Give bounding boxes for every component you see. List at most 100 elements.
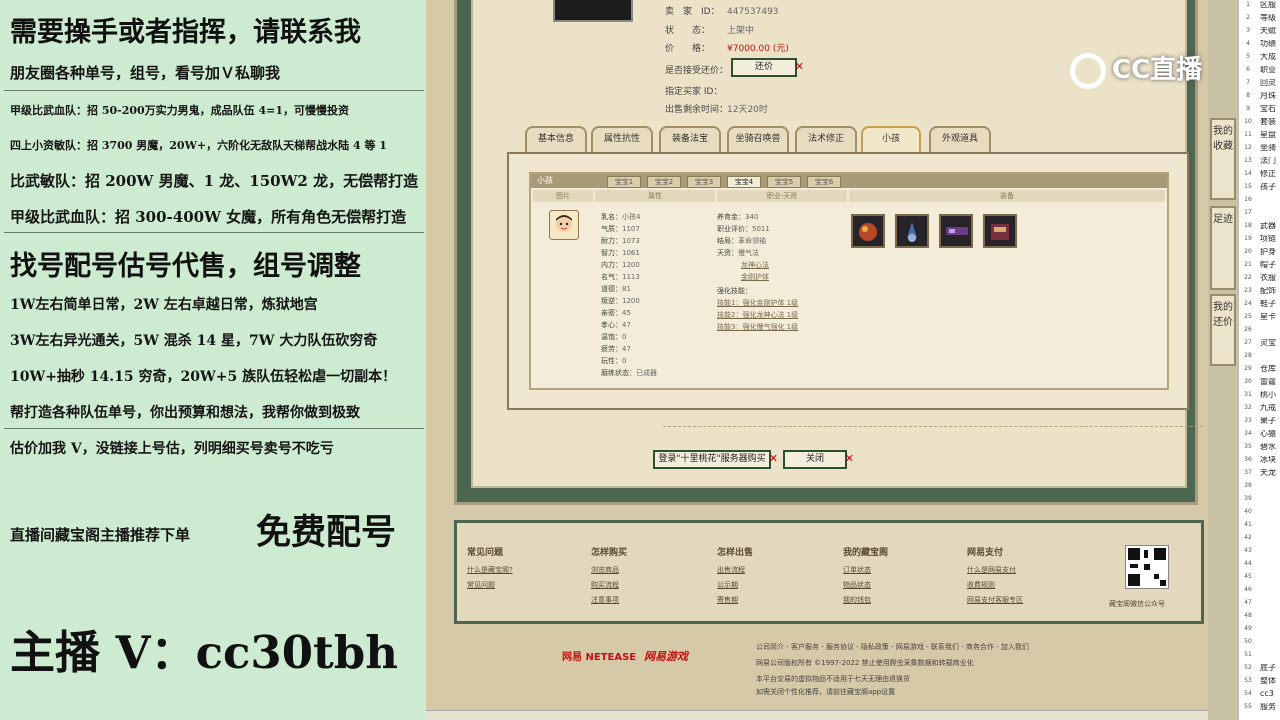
right-float-bar: 我的收藏 足迹 我的还价: [1208, 0, 1238, 720]
footer-link[interactable]: 出售流程: [717, 565, 745, 575]
sheet-cell[interactable]: 法门: [1260, 157, 1280, 165]
sheet-cell[interactable]: 配饰: [1260, 287, 1280, 295]
sheet-cell[interactable]: 武器: [1260, 222, 1280, 230]
subtab-baby-1[interactable]: 宝宝1: [607, 176, 641, 188]
subtab-baby-5[interactable]: 宝宝5: [767, 176, 801, 188]
sheet-cell[interactable]: 仓库: [1260, 365, 1280, 373]
my-favorites-button[interactable]: 我的收藏: [1210, 118, 1236, 200]
equip-slot-2[interactable]: [895, 214, 929, 248]
sheet-cell[interactable]: 大成: [1260, 53, 1280, 61]
seller-row: 卖 家 ID： 447537493: [665, 4, 779, 17]
sheet-cell[interactable]: 等级: [1260, 14, 1280, 22]
subtab-baby-3[interactable]: 宝宝3: [687, 176, 721, 188]
sheet-cell[interactable]: 坐骑: [1260, 144, 1280, 152]
subtab-baby-6[interactable]: 宝宝6: [807, 176, 841, 188]
sheet-cell[interactable]: 服务: [1260, 703, 1280, 711]
career-row: 养育金：340: [717, 212, 758, 222]
sheet-row-number: 43: [1244, 547, 1252, 554]
sheet-cell[interactable]: 九戒: [1260, 404, 1280, 412]
footer-link[interactable]: 购买流程: [591, 580, 619, 590]
close-button[interactable]: 关闭 ✕: [783, 450, 854, 469]
footer-link[interactable]: 浏览商品: [591, 565, 619, 575]
bargain-label: 是否接受还价：: [665, 66, 729, 76]
buy-button-label: 登录"十里桃花"服务器购买: [658, 454, 766, 464]
sheet-cell[interactable]: 心猿: [1260, 430, 1280, 438]
attribute-value: 81: [622, 285, 631, 293]
skill-link[interactable]: 技能2：强化龙神心法 1级: [717, 310, 798, 320]
sheet-cell[interactable]: 功绩: [1260, 40, 1280, 48]
sheet-cell[interactable]: 帽子: [1260, 261, 1280, 269]
sheet-row-number: 13: [1244, 157, 1252, 164]
tab-appearance[interactable]: 外观道具: [929, 126, 991, 152]
skill-link[interactable]: 技能3：强化慢气强化 1级: [717, 322, 798, 332]
sheet-cell[interactable]: 回灵: [1260, 79, 1280, 87]
footer-link[interactable]: 订单状态: [843, 565, 871, 575]
sheet-row-number: 55: [1244, 703, 1252, 710]
footer-link[interactable]: 常见问题: [467, 580, 495, 590]
footer-link[interactable]: 我的钱包: [843, 595, 871, 605]
tab-children[interactable]: 小孩: [861, 126, 921, 152]
sheet-row-number: 14: [1244, 170, 1252, 177]
equip-slot-1[interactable]: [851, 214, 885, 248]
tab-equipment[interactable]: 装备法宝: [659, 126, 721, 152]
equip-slot-4[interactable]: [983, 214, 1017, 248]
sheet-cell[interactable]: 孩子: [1260, 183, 1280, 191]
footer-link[interactable]: 注意事项: [591, 595, 619, 605]
footprint-button[interactable]: 足迹: [1210, 206, 1236, 290]
subtab-baby-2[interactable]: 宝宝2: [647, 176, 681, 188]
tab-attributes[interactable]: 属性抗性: [591, 126, 653, 152]
sheet-cell[interactable]: 套装: [1260, 118, 1280, 126]
sheet-cell[interactable]: 果子: [1260, 417, 1280, 425]
child-subpanel: 小孩 宝宝1 宝宝2 宝宝3 宝宝4 宝宝5 宝宝6 图片 属性 职业-天资 装…: [529, 172, 1169, 390]
tab-mounts-pets[interactable]: 坐骑召唤兽: [727, 126, 789, 152]
sheet-cell[interactable]: 护身: [1260, 248, 1280, 256]
price-value: ¥7000.00 (元): [727, 44, 789, 54]
sheet-cell[interactable]: 衣服: [1260, 274, 1280, 282]
my-bargains-button[interactable]: 我的还价: [1210, 294, 1236, 366]
talent-link[interactable]: 金刚护体: [741, 272, 769, 282]
footer-link[interactable]: 什么是网易支付: [967, 565, 1016, 575]
sheet-cell[interactable]: 鞋子: [1260, 300, 1280, 308]
footer-col-heading: 怎样购买: [591, 548, 628, 558]
sheet-cell[interactable]: 区服: [1260, 1, 1280, 9]
footer-link[interactable]: 收费规则: [967, 580, 995, 590]
sheet-cell[interactable]: 整体: [1260, 677, 1280, 685]
sheet-cell[interactable]: 天赋: [1260, 27, 1280, 35]
attribute-value: 1113: [622, 273, 640, 281]
tab-spell-fix[interactable]: 法术修正: [795, 126, 857, 152]
horizontal-scrollbar[interactable]: [426, 710, 1208, 720]
footer-link[interactable]: 公示期: [717, 580, 738, 590]
sheet-cell[interactable]: 宝石: [1260, 105, 1280, 113]
sheet-cell[interactable]: 星卡: [1260, 313, 1280, 321]
footer-link[interactable]: 寄售期: [717, 595, 738, 605]
sheet-cell[interactable]: 项链: [1260, 235, 1280, 243]
attribute-row: 智力：1061: [601, 248, 640, 258]
equip-slot-3[interactable]: [939, 214, 973, 248]
subtab-baby-4[interactable]: 宝宝4: [727, 176, 761, 188]
time-row: 出售剩余时间：12天20时: [665, 102, 768, 115]
sheet-cell[interactable]: 底子: [1260, 664, 1280, 672]
footer-link[interactable]: 网易支付客服专区: [967, 595, 1023, 605]
sheet-row-number: 25: [1244, 313, 1252, 320]
sheet-cell[interactable]: cc3: [1260, 690, 1280, 698]
footer-link[interactable]: 物品状态: [843, 580, 871, 590]
sheet-cell[interactable]: 星盘: [1260, 131, 1280, 139]
sheet-cell[interactable]: 天龙: [1260, 469, 1280, 477]
sheet-cell[interactable]: 雷霆: [1260, 378, 1280, 386]
bargain-row: 是否接受还价：: [665, 63, 729, 76]
sheet-cell[interactable]: 修正: [1260, 170, 1280, 178]
tab-basic-info[interactable]: 基本信息: [525, 126, 587, 152]
footer-link[interactable]: 什么是藏宝阁?: [467, 565, 513, 575]
talent-link[interactable]: 龙神心法: [741, 260, 769, 270]
buy-on-server-button[interactable]: 登录"十里桃花"服务器购买 ✕: [653, 450, 778, 469]
sheet-cell[interactable]: 职业: [1260, 66, 1280, 74]
col-head-image: 图片: [533, 190, 593, 202]
sheet-cell[interactable]: 桃小: [1260, 391, 1280, 399]
sheet-cell[interactable]: 月珠: [1260, 92, 1280, 100]
attribute-key: 耐力：: [601, 237, 622, 245]
sheet-cell[interactable]: 碧水: [1260, 443, 1280, 451]
sheet-cell[interactable]: 冰块: [1260, 456, 1280, 464]
skill-link[interactable]: 技能1：强化金刚护体 1级: [717, 298, 798, 308]
bargain-button[interactable]: 还价 ✕: [731, 58, 804, 77]
sheet-cell[interactable]: 灵宝: [1260, 339, 1280, 347]
